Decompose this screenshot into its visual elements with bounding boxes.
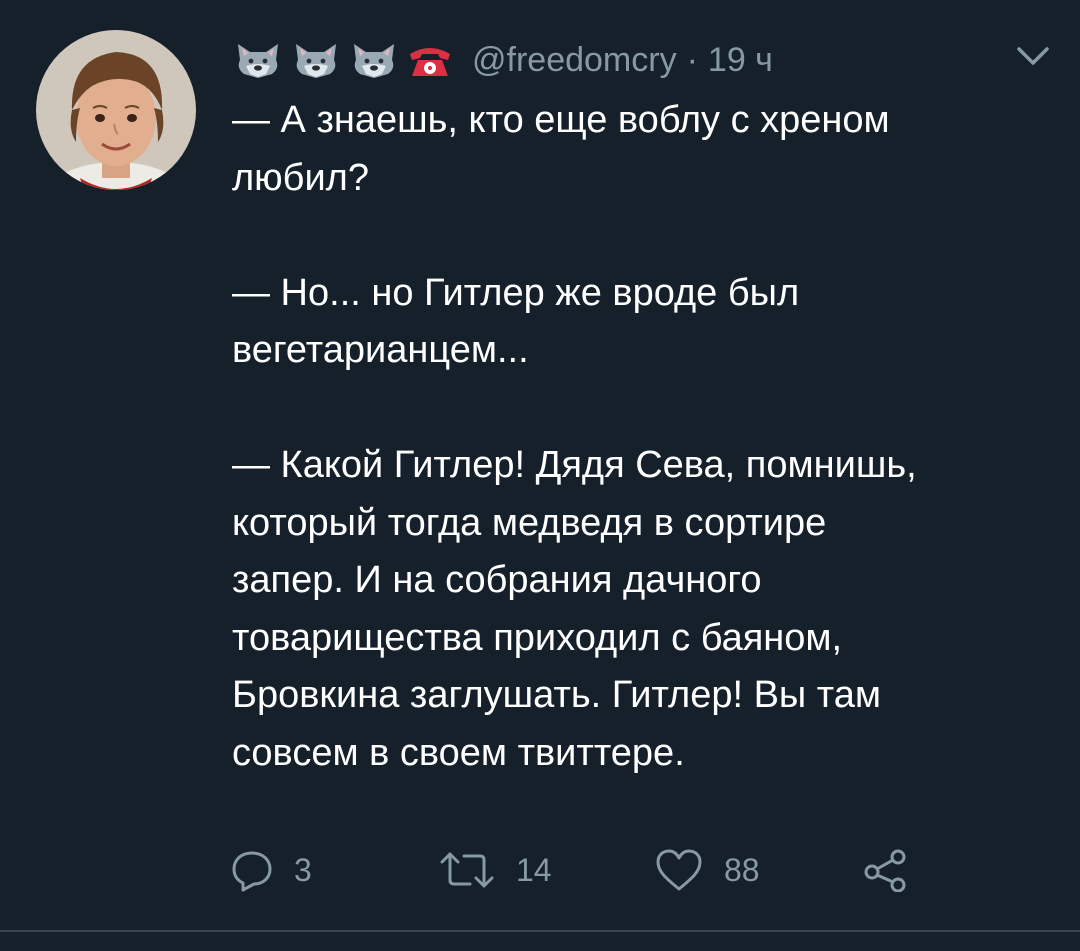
tweet-paragraph: — А знаешь, кто еще воблу с хреном любил…	[232, 99, 890, 199]
avatar-image	[36, 30, 196, 190]
display-name[interactable]	[232, 40, 460, 80]
share-button[interactable]	[862, 840, 910, 900]
tweet-paragraph: — Но... но Гитлер же вроде был вегетариа…	[232, 271, 800, 372]
telephone-icon	[410, 48, 450, 76]
separator-dot: ·	[686, 41, 698, 79]
wolf-face-icon	[354, 44, 394, 78]
share-icon	[864, 849, 906, 892]
author-handle[interactable]: @freedomcry	[472, 40, 677, 80]
reply-count: 3	[294, 851, 312, 888]
retweet-count: 14	[516, 851, 552, 888]
tweet-header: @freedomcry · 19 ч	[232, 30, 773, 90]
like-button[interactable]: 88	[654, 840, 760, 900]
reply-button[interactable]: 3	[230, 840, 312, 900]
tweet-paragraph: — Какой Гитлер! Дядя Сева, помнишь, кото…	[232, 444, 917, 774]
divider	[0, 930, 1080, 932]
like-count: 88	[724, 851, 760, 888]
tweet[interactable]: @freedomcry · 19 ч — А знаешь, кто еще в…	[0, 0, 1080, 951]
timestamp[interactable]: 19 ч	[708, 40, 773, 80]
wolf-face-icon	[238, 44, 278, 78]
retweet-icon	[440, 852, 494, 888]
wolf-face-icon	[296, 44, 336, 78]
chevron-down-icon[interactable]	[1016, 44, 1050, 68]
tweet-text: — А знаешь, кто еще воблу с хреном любил…	[232, 92, 1052, 782]
reply-icon	[232, 851, 272, 892]
avatar[interactable]	[36, 30, 196, 190]
retweet-button[interactable]: 14	[438, 840, 552, 900]
heart-icon	[656, 849, 702, 891]
